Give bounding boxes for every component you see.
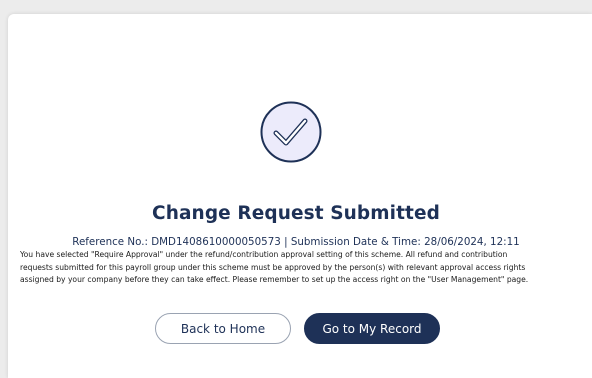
reference-info: Reference No.: DMD1408610000050573 | Sub… [72, 236, 520, 248]
result-card [8, 14, 592, 378]
approval-notice: You have selected "Require Approval" und… [20, 249, 580, 287]
notice-line: requests submitted for this payroll grou… [20, 262, 526, 272]
notice-line: assigned by your company before they can… [20, 275, 529, 285]
back-to-home-button[interactable]: Back to Home [155, 313, 291, 344]
check-circle-icon [260, 101, 322, 163]
notice-line: You have selected "Require Approval" und… [20, 250, 508, 259]
go-to-my-record-button[interactable]: Go to My Record [304, 313, 440, 344]
page-title: Change Request Submitted [152, 203, 440, 224]
